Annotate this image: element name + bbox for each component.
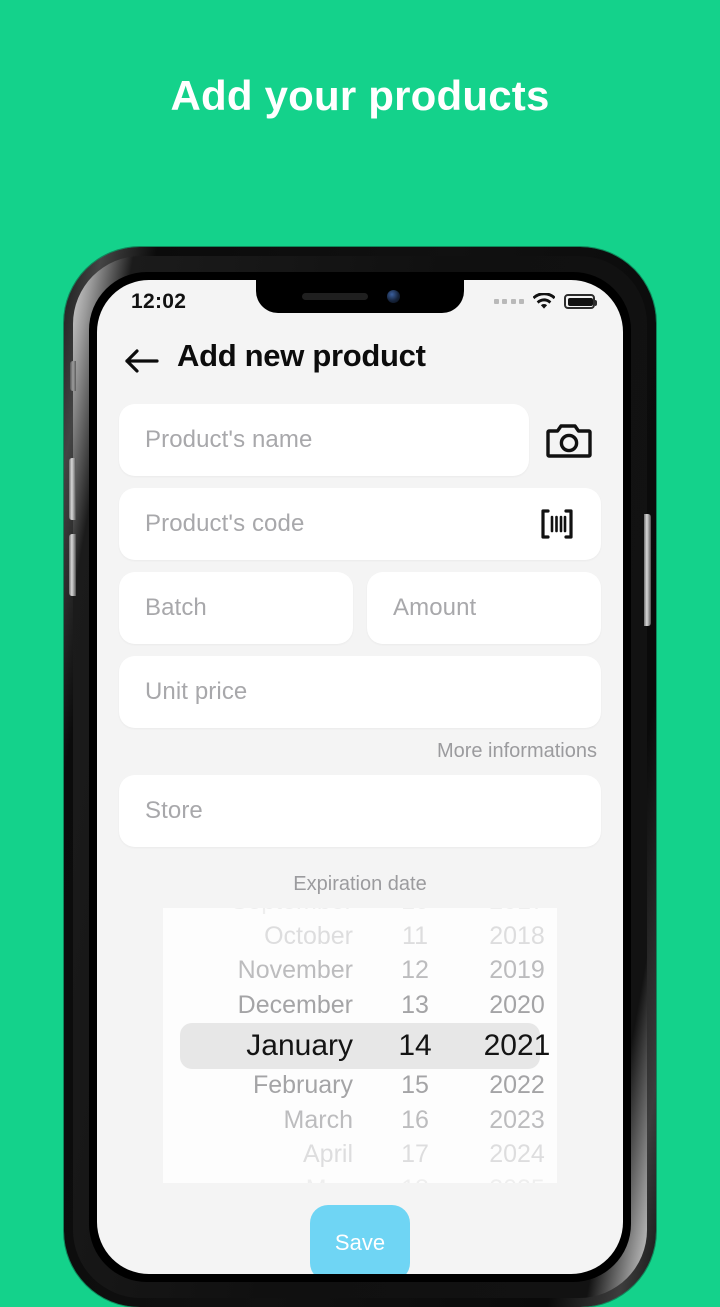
promo-headline: Add your products	[170, 72, 550, 119]
add-product-form: Product's name Product's code Batch Amou…	[97, 404, 623, 1274]
wifi-icon	[532, 292, 556, 310]
picker-year: 2021	[483, 1028, 551, 1062]
picker-row[interactable]: May182025	[163, 1172, 557, 1183]
picker-row-selected[interactable]: January 14 2021	[163, 1023, 557, 1069]
expiration-date-label: Expiration date	[293, 873, 427, 895]
picker-day: 16	[401, 1105, 429, 1134]
power-button[interactable]	[644, 514, 651, 626]
product-name-input[interactable]: Product's name	[119, 404, 529, 476]
phone-frame: 12:02 Add new product Product's name Pro…	[64, 247, 656, 1307]
phone-screen: 12:02 Add new product Product's name Pro…	[97, 280, 623, 1274]
volume-down-button[interactable]	[69, 534, 76, 596]
picker-year: 2018	[489, 921, 545, 950]
picker-day: 10	[371, 908, 459, 916]
picker-year: 2023	[489, 1105, 545, 1134]
picker-year: 2024	[489, 1140, 545, 1169]
picker-month: May	[163, 1175, 371, 1183]
picker-month: February	[252, 1071, 353, 1100]
picker-row[interactable]: December 13 2020	[163, 988, 557, 1023]
save-row: Save	[97, 1205, 623, 1274]
unit-price-row: Unit price	[97, 656, 623, 728]
status-bar-time: 12:02	[131, 290, 187, 313]
picker-day: 14	[398, 1028, 432, 1062]
product-code-row: Product's code	[97, 488, 623, 560]
product-name-placeholder: Product's name	[145, 426, 313, 453]
store-placeholder: Store	[145, 797, 203, 824]
promo-screenshot: Add your products 12:02 Add new product …	[0, 0, 720, 1307]
volume-up-button[interactable]	[69, 458, 76, 520]
product-name-row: Product's name	[97, 404, 623, 476]
status-bar-indicators	[493, 292, 597, 310]
picker-day: 18	[371, 1175, 459, 1183]
picker-year: 2017	[459, 908, 557, 916]
product-code-input[interactable]: Product's code	[119, 488, 601, 560]
picker-row[interactable]: September102017	[163, 908, 557, 919]
picker-year: 2020	[489, 990, 545, 1019]
save-button[interactable]: Save	[310, 1205, 410, 1274]
picker-day: 17	[401, 1140, 429, 1169]
expiration-date-picker[interactable]: September102017 October 11 2018 November 12 20…	[163, 908, 557, 1183]
store-row: Store	[97, 775, 623, 847]
store-input[interactable]: Store	[119, 775, 601, 847]
picker-day: 12	[401, 956, 429, 985]
signal-dots-icon	[493, 299, 524, 304]
picker-year: 2022	[489, 1071, 545, 1100]
picker-day: 11	[402, 921, 428, 950]
phone-bezel: 12:02 Add new product Product's name Pro…	[89, 272, 631, 1282]
unit-price-input[interactable]: Unit price	[119, 656, 601, 728]
picker-month: April	[302, 1140, 353, 1169]
camera-icon[interactable]	[537, 408, 601, 472]
picker-row[interactable]: April 17 2024	[163, 1138, 557, 1173]
amount-placeholder: Amount	[393, 594, 477, 621]
picker-rows: September102017 October 11 2018 November 12 20…	[163, 908, 557, 1183]
unit-price-placeholder: Unit price	[145, 678, 248, 705]
picker-row[interactable]: February 15 2022	[163, 1069, 557, 1104]
mute-switch[interactable]	[70, 361, 76, 391]
picker-row[interactable]: March 16 2023	[163, 1103, 557, 1138]
picker-month: March	[283, 1105, 353, 1134]
picker-year: 2019	[489, 956, 545, 985]
picker-row[interactable]: October 11 2018	[163, 919, 557, 954]
phone-frame-inner: 12:02 Add new product Product's name Pro…	[69, 256, 651, 1298]
picker-month: January	[246, 1028, 353, 1062]
battery-icon	[564, 294, 597, 309]
barcode-scan-icon[interactable]	[539, 506, 575, 542]
front-camera-icon	[387, 290, 400, 303]
earpiece-speaker-icon	[302, 293, 368, 300]
product-code-placeholder: Product's code	[145, 510, 305, 537]
app-header: Add new product	[97, 326, 623, 398]
batch-placeholder: Batch	[145, 594, 207, 621]
batch-input[interactable]: Batch	[119, 572, 353, 644]
picker-day: 13	[401, 990, 429, 1019]
batch-amount-row: Batch Amount	[97, 572, 623, 644]
amount-input[interactable]: Amount	[367, 572, 601, 644]
picker-month: December	[237, 990, 353, 1019]
notch	[256, 280, 464, 313]
page-title: Add new product	[177, 338, 426, 373]
picker-month: November	[237, 956, 353, 985]
picker-month: September	[163, 908, 371, 916]
more-informations-label: More informations	[436, 740, 597, 762]
picker-month: October	[264, 921, 353, 950]
arrow-left-icon[interactable]	[123, 342, 161, 380]
picker-row[interactable]: November 12 2019	[163, 954, 557, 989]
picker-year: 2025	[459, 1175, 557, 1183]
picker-day: 15	[401, 1071, 429, 1100]
